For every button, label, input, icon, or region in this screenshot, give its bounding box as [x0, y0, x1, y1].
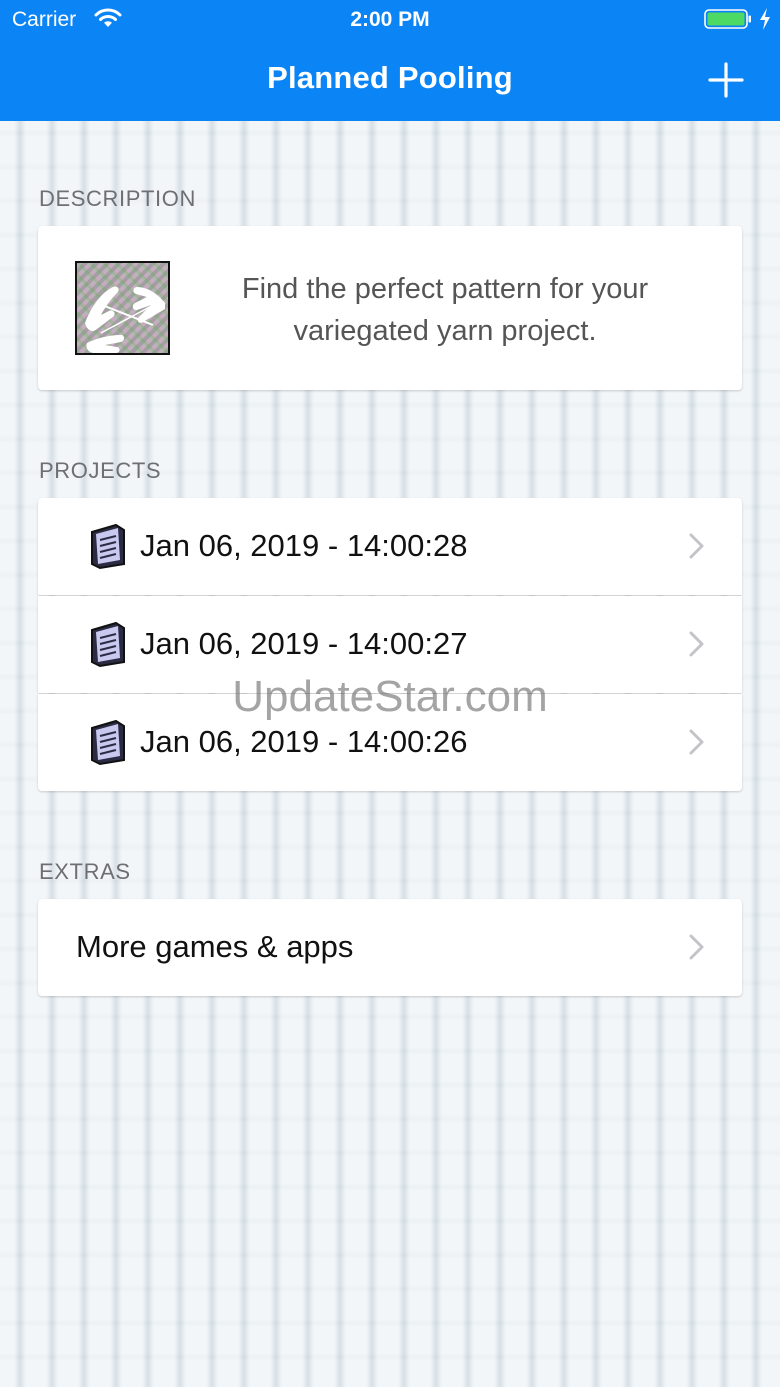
status-bar: Carrier 2:00 PM [0, 0, 780, 40]
document-icon [91, 621, 125, 668]
chevron-right-icon [689, 934, 704, 960]
extras-section-header: EXTRAS [39, 859, 131, 884]
page-title: Planned Pooling [267, 60, 513, 95]
project-row[interactable]: Jan 06, 2019 - 14:00:26 [38, 694, 742, 791]
chevron-right-icon [689, 533, 704, 559]
project-row[interactable]: Jan 06, 2019 - 14:00:28 [38, 498, 742, 595]
chevron-right-icon [689, 729, 704, 755]
status-time: 2:00 PM [350, 8, 430, 31]
app-logo-image [75, 261, 170, 355]
charging-bolt-icon [760, 8, 770, 30]
description-card: Find the perfect pattern for your varieg… [38, 226, 742, 390]
more-games-apps-label: More games & apps [76, 929, 354, 964]
project-row[interactable]: Jan 06, 2019 - 14:00:27 [38, 596, 742, 693]
project-label: Jan 06, 2019 - 14:00:26 [140, 724, 468, 759]
document-icon [91, 523, 125, 570]
navigation-bar: Carrier 2:00 PM Planned Pooling [0, 0, 780, 121]
add-project-button[interactable] [702, 56, 750, 104]
hands-knitting-icon [85, 286, 165, 353]
more-games-apps-row[interactable]: More games & apps [38, 899, 742, 996]
projects-section-header: PROJECTS [39, 458, 162, 483]
chevron-right-icon [689, 631, 704, 657]
project-label: Jan 06, 2019 - 14:00:28 [140, 528, 468, 563]
project-label: Jan 06, 2019 - 14:00:27 [140, 626, 468, 661]
description-text: Find the perfect pattern for your varieg… [241, 273, 649, 347]
battery-icon [704, 9, 751, 29]
description-section-header: DESCRIPTION [39, 186, 196, 211]
document-icon [91, 719, 125, 766]
